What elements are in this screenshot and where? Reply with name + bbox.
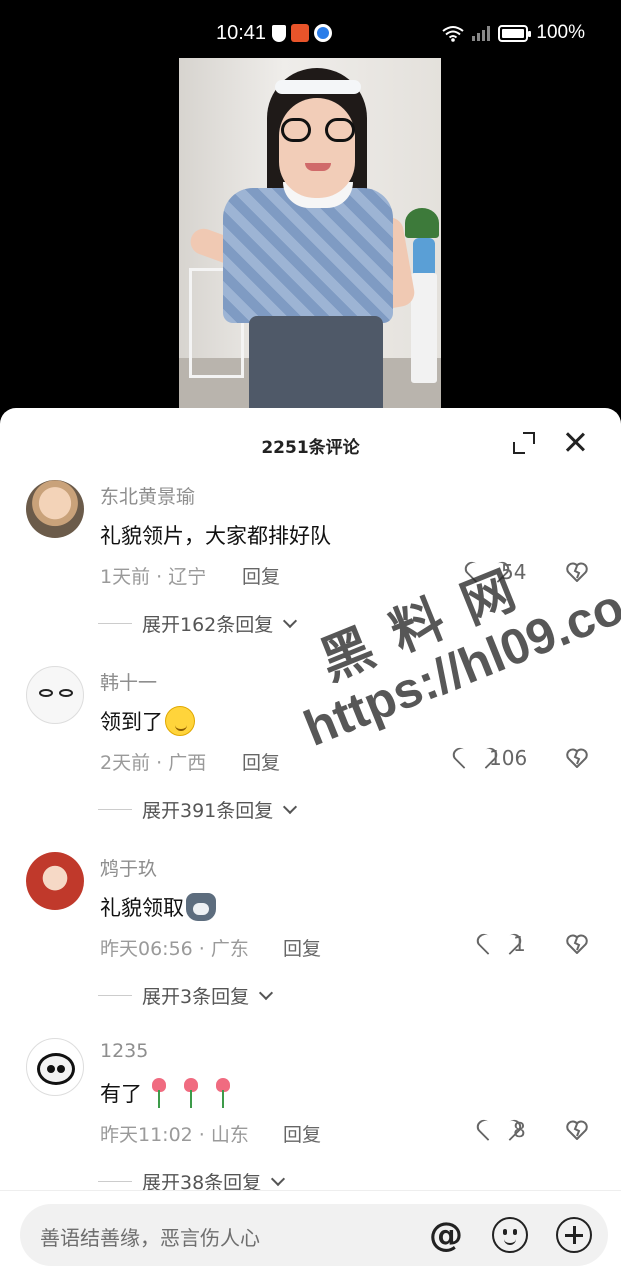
- rose-emoji-icon: [149, 1078, 169, 1108]
- heart-icon: [486, 934, 508, 954]
- comment-username[interactable]: 鸩于玖: [100, 854, 157, 881]
- like-button[interactable]: 8: [486, 1118, 526, 1142]
- status-notification-icons: [272, 24, 332, 42]
- chevron-down-icon: [259, 985, 274, 1001]
- heart-icon: [474, 562, 496, 582]
- comments-sheet: 2251条评论 东北黄景瑜 礼貌领片，大家都排好队 1天前 · 辽宁 回复 54…: [0, 408, 621, 1280]
- rose-emoji-icon: [181, 1078, 201, 1108]
- like-button[interactable]: 1: [486, 932, 526, 956]
- reply-button[interactable]: 回复: [283, 1120, 321, 1147]
- shield-icon: [272, 24, 286, 42]
- comment-text-content: 有了: [100, 1082, 142, 1106]
- expand-replies-button[interactable]: 展开3条回复: [98, 982, 274, 1009]
- avatar[interactable]: [26, 1038, 84, 1096]
- comment-meta: 2天前 · 广西: [100, 752, 207, 774]
- add-attachment-icon[interactable]: [556, 1217, 592, 1253]
- comment-username[interactable]: 东北黄景瑜: [100, 482, 195, 509]
- comment-text-content: 礼貌领取: [100, 896, 184, 920]
- browser-notification-icon: [314, 24, 332, 42]
- comment-meta: 昨天11:02 · 山东: [100, 1124, 249, 1146]
- chevron-down-icon: [283, 799, 298, 815]
- reply-button[interactable]: 回复: [242, 562, 280, 589]
- battery-icon: [498, 24, 532, 42]
- video-player[interactable]: [0, 58, 621, 410]
- video-frame[interactable]: [179, 58, 441, 410]
- close-icon[interactable]: [563, 430, 587, 454]
- cat-emoji-icon: [186, 893, 216, 921]
- reply-button[interactable]: 回复: [283, 934, 321, 961]
- comment-text: 礼貌领片，大家都排好队: [100, 520, 331, 550]
- expand-replies-label: 展开3条回复: [142, 986, 250, 1008]
- expand-replies-label: 展开162条回复: [142, 614, 274, 636]
- status-bar: 10:41 100%: [0, 0, 621, 60]
- dislike-icon[interactable]: [566, 562, 588, 583]
- at-mention-icon[interactable]: @: [427, 1216, 465, 1254]
- heart-icon: [462, 748, 484, 768]
- avatar[interactable]: [26, 480, 84, 538]
- like-button[interactable]: 54: [474, 560, 526, 584]
- app-notification-icon: [291, 24, 309, 42]
- wifi-icon: [442, 25, 465, 42]
- signal-icon: [472, 25, 491, 41]
- heart-icon: [486, 1120, 508, 1140]
- rose-emoji-icon: [213, 1078, 233, 1108]
- comment-item[interactable]: 鸩于玖 礼貌领取 昨天06:56 · 广东 回复 1 展开3条回复: [0, 852, 621, 1038]
- chevron-down-icon: [283, 613, 298, 629]
- comment-meta: 1天前 · 辽宁: [100, 566, 207, 588]
- chevron-down-icon: [271, 1171, 286, 1187]
- like-button[interactable]: 106: [462, 746, 527, 770]
- pleading-face-emoji-icon: [165, 706, 195, 736]
- avatar[interactable]: [26, 666, 84, 724]
- expand-replies-label: 展开391条回复: [142, 800, 274, 822]
- comment-text-content: 领到了: [100, 710, 163, 734]
- expand-replies-button[interactable]: 展开391条回复: [98, 796, 298, 823]
- comment-username[interactable]: 1235: [100, 1040, 148, 1062]
- comment-text: 礼貌领取: [100, 892, 216, 922]
- reply-button[interactable]: 回复: [242, 748, 280, 775]
- avatar[interactable]: [26, 852, 84, 910]
- battery-percent: 100%: [536, 22, 585, 43]
- dislike-icon[interactable]: [566, 748, 588, 769]
- status-system-icons: 100%: [442, 22, 585, 44]
- comment-username[interactable]: 韩十一: [100, 668, 157, 695]
- dislike-icon[interactable]: [566, 934, 588, 955]
- status-time: 10:41: [216, 22, 267, 44]
- comment-input[interactable]: 善语结善缘，恶言伤人心 @: [20, 1204, 608, 1266]
- emoji-picker-icon[interactable]: [492, 1217, 528, 1253]
- comment-item[interactable]: 韩十一 领到了 2天前 · 广西 回复 106 展开391条回复: [0, 666, 621, 852]
- sheet-header: 2251条评论: [0, 408, 621, 478]
- expand-icon[interactable]: [513, 432, 535, 454]
- dislike-icon[interactable]: [566, 1120, 588, 1141]
- comment-input-bar: 善语结善缘，恶言伤人心 @: [0, 1190, 621, 1280]
- comment-item[interactable]: 东北黄景瑜 礼貌领片，大家都排好队 1天前 · 辽宁 回复 54 展开162条回…: [0, 480, 621, 666]
- comment-text: 有了: [100, 1078, 238, 1108]
- comment-input-placeholder: 善语结善缘，恶言伤人心: [40, 1226, 260, 1250]
- comment-text: 领到了: [100, 706, 195, 736]
- expand-replies-button[interactable]: 展开162条回复: [98, 610, 298, 637]
- comment-text-content: 礼貌领片，大家都排好队: [100, 524, 331, 548]
- comment-meta: 昨天06:56 · 广东: [100, 938, 249, 960]
